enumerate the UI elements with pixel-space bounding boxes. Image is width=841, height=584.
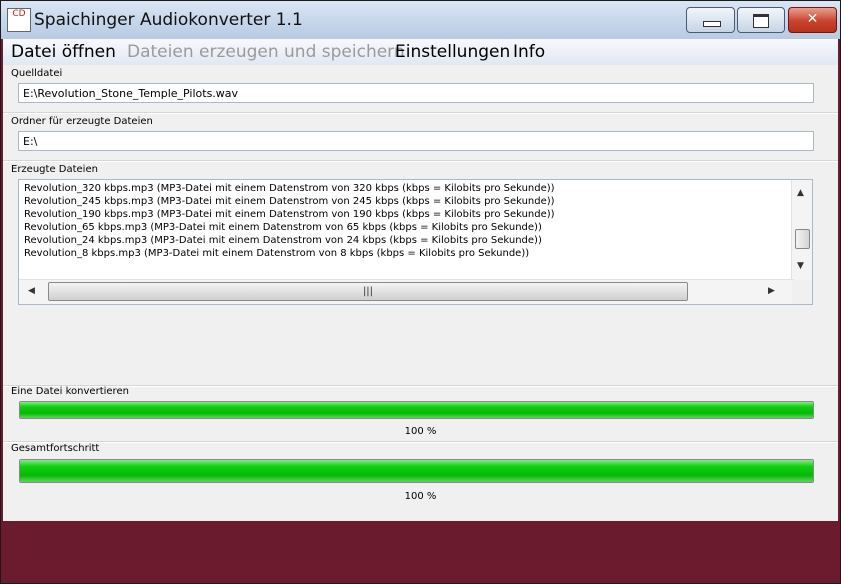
close-icon: ✕ — [806, 11, 819, 27]
list-item[interactable]: Revolution_320 kbps.mp3 (MP3-Datei mit e… — [24, 182, 555, 195]
menu-info[interactable]: Info — [513, 42, 545, 62]
close-button[interactable]: ✕ — [788, 7, 837, 33]
divider — [3, 160, 838, 162]
vertical-scrollbar[interactable]: ▲ ▼ — [791, 180, 812, 281]
divider — [3, 441, 838, 443]
output-folder-label: Ordner für erzeugte Dateien — [11, 116, 153, 127]
vertical-scroll-thumb[interactable] — [795, 229, 810, 249]
output-folder-field[interactable]: E:\ — [18, 131, 814, 151]
title-bar[interactable]: CD Spaichinger Audiokonverter 1.1 ✕ — [1, 1, 840, 39]
client-area: Datei öffnen Dateien erzeugen und speich… — [3, 39, 838, 521]
total-progress-bar — [19, 459, 814, 483]
total-progress-text: 100 % — [404, 491, 437, 502]
minimize-icon — [703, 21, 721, 27]
divider — [3, 112, 838, 114]
menu-datei-oeffnen[interactable]: Datei öffnen — [11, 42, 116, 62]
list-item[interactable]: Revolution_24 kbps.mp3 (MP3-Datei mit ei… — [24, 234, 542, 247]
source-label: Quelldatei — [11, 68, 63, 79]
menu-bar: Datei öffnen Dateien erzeugen und speich… — [3, 39, 838, 65]
scroll-right-icon[interactable]: ▶ — [768, 286, 775, 296]
window-title: Spaichinger Audiokonverter 1.1 — [34, 10, 303, 30]
list-item[interactable]: Revolution_245 kbps.mp3 (MP3-Datei mit e… — [24, 195, 555, 208]
source-file-field[interactable]: E:\Revolution_Stone_Temple_Pilots.wav — [18, 83, 814, 103]
horizontal-scroll-thumb[interactable]: ||| — [48, 282, 688, 301]
app-icon[interactable]: CD — [7, 8, 31, 32]
scroll-corner — [792, 280, 812, 304]
total-progress-label: Gesamtfortschritt — [11, 443, 100, 454]
app-window: CD Spaichinger Audiokonverter 1.1 ✕ Date… — [0, 0, 841, 584]
horizontal-scrollbar[interactable]: ◀ ||| ▶ — [19, 279, 794, 304]
generated-files-list[interactable]: Revolution_320 kbps.mp3 (MP3-Datei mit e… — [18, 179, 813, 305]
list-item[interactable]: Revolution_8 kbps.mp3 (MP3-Datei mit ein… — [24, 247, 529, 260]
file-progress-fill — [20, 402, 813, 418]
file-progress-bar — [19, 401, 814, 419]
scroll-left-icon[interactable]: ◀ — [28, 286, 35, 296]
file-progress-label: Eine Datei konvertieren — [11, 386, 129, 397]
maximize-icon — [753, 14, 769, 28]
list-item[interactable]: Revolution_190 kbps.mp3 (MP3-Datei mit e… — [24, 208, 555, 221]
generated-files-label: Erzeugte Dateien — [11, 164, 98, 175]
minimize-button[interactable] — [686, 7, 735, 33]
scroll-down-icon[interactable]: ▼ — [797, 261, 804, 271]
file-progress-text: 100 % — [404, 426, 437, 437]
menu-einstellungen[interactable]: Einstellungen — [395, 42, 510, 62]
grip-icon: ||| — [362, 286, 374, 297]
total-progress-fill — [20, 460, 813, 482]
scroll-up-icon[interactable]: ▲ — [797, 188, 804, 198]
list-item[interactable]: Revolution_65 kbps.mp3 (MP3-Datei mit ei… — [24, 221, 542, 234]
menu-dateien-erzeugen[interactable]: Dateien erzeugen und speichern — [127, 42, 405, 62]
maximize-button[interactable] — [737, 7, 785, 33]
